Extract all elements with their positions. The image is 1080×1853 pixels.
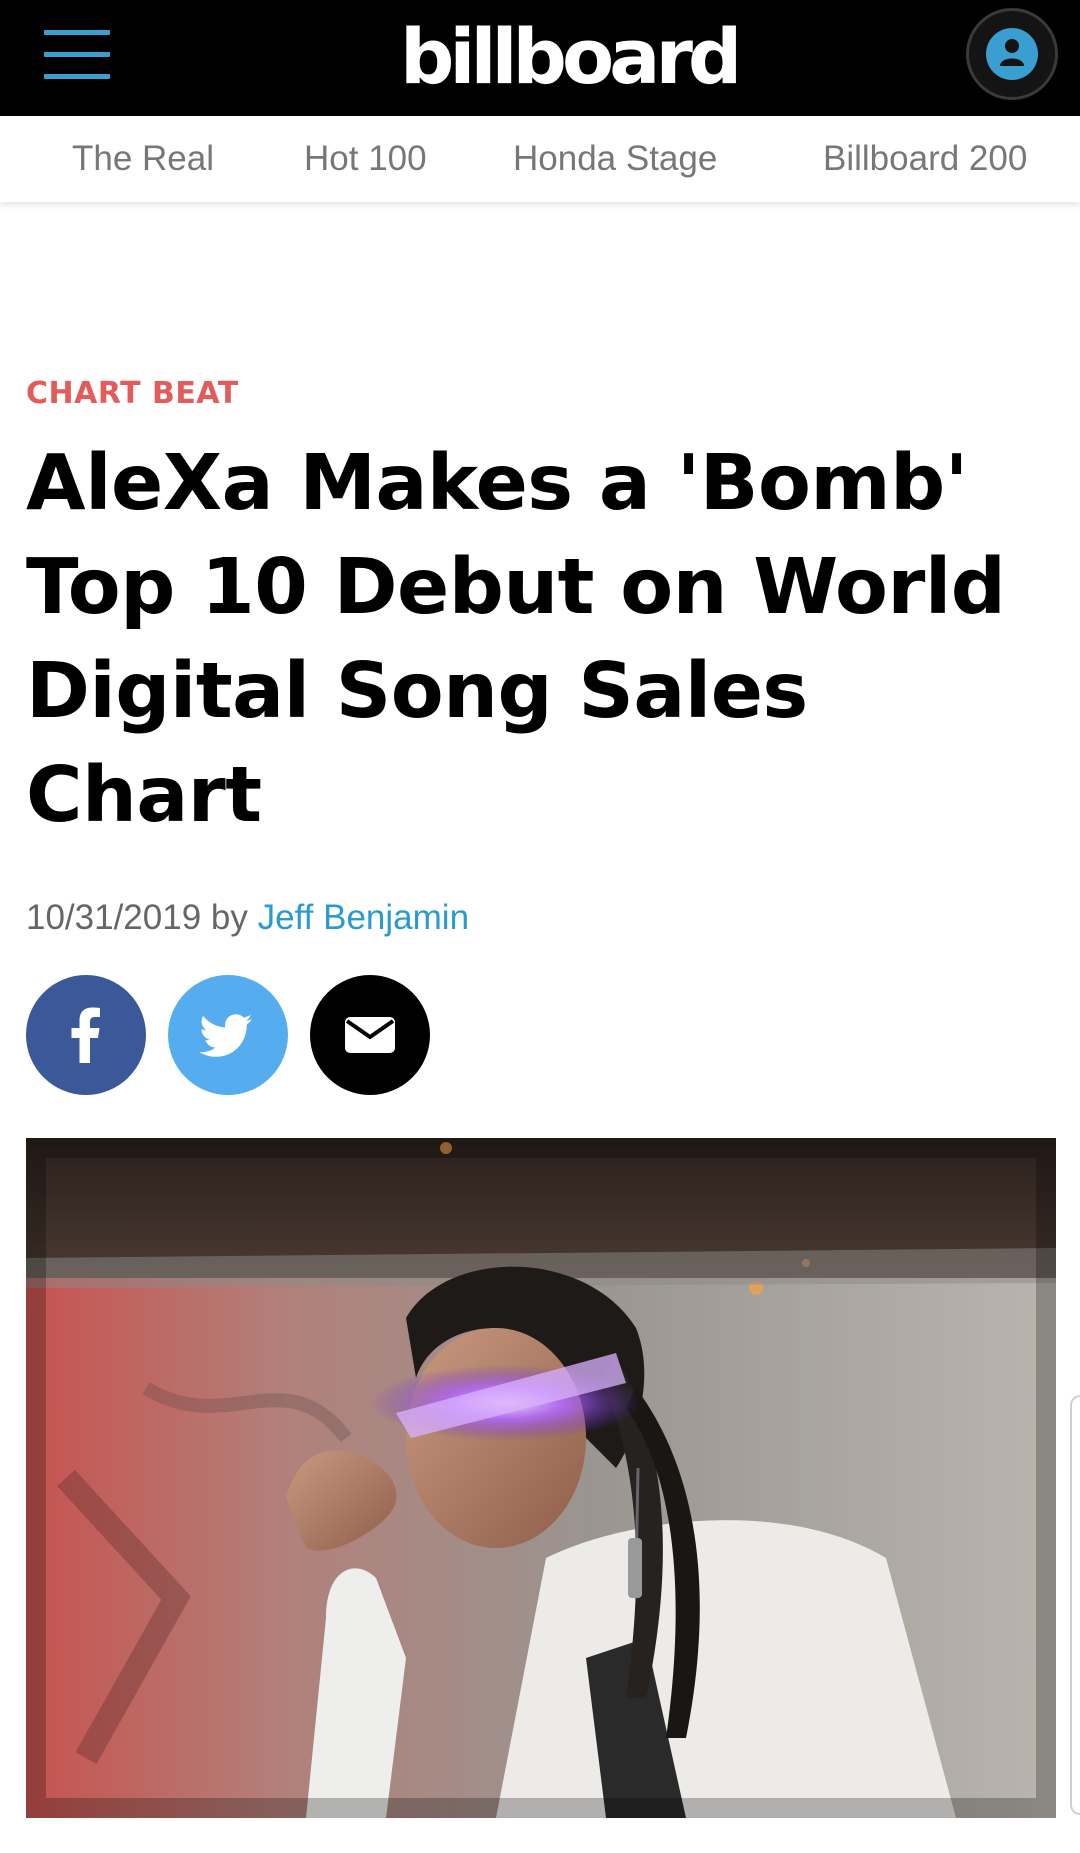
facebook-icon [71,1007,100,1063]
nav-item-hot-100[interactable]: Hot 100 [304,116,427,202]
twitter-icon [199,1014,252,1057]
publish-date: 10/31/2019 [26,898,202,937]
nav-item-the-real[interactable]: The Real [72,116,214,202]
hero-image [26,1138,1056,1818]
section-nav: The Real Hot 100 Honda Stage Billboard 2… [0,116,1080,202]
nav-item-billboard-200[interactable]: Billboard 200 [823,116,1027,202]
top-bar: billboard [0,0,1080,116]
email-share-button[interactable] [310,975,430,1095]
byline: 10/31/2019 by Jeff Benjamin [26,898,469,938]
facebook-share-button[interactable] [26,975,146,1095]
article-headline: AleXa Makes a 'Bomb' Top 10 Debut on Wor… [26,439,1006,840]
nav-item-honda-stage[interactable]: Honda Stage [513,116,717,202]
user-account-icon [986,28,1038,80]
hamburger-menu-icon[interactable] [44,30,110,80]
category-label[interactable]: CHART BEAT [26,376,239,411]
author-link[interactable]: Jeff Benjamin [258,898,469,937]
billboard-logo[interactable]: billboard [400,12,742,102]
user-account-button[interactable] [966,8,1058,100]
twitter-share-button[interactable] [168,975,288,1095]
email-icon [345,1017,395,1053]
hero-photo [26,1138,1056,1818]
scrollbar-thumb[interactable] [1070,1395,1080,1815]
byline-by: by [210,898,248,937]
